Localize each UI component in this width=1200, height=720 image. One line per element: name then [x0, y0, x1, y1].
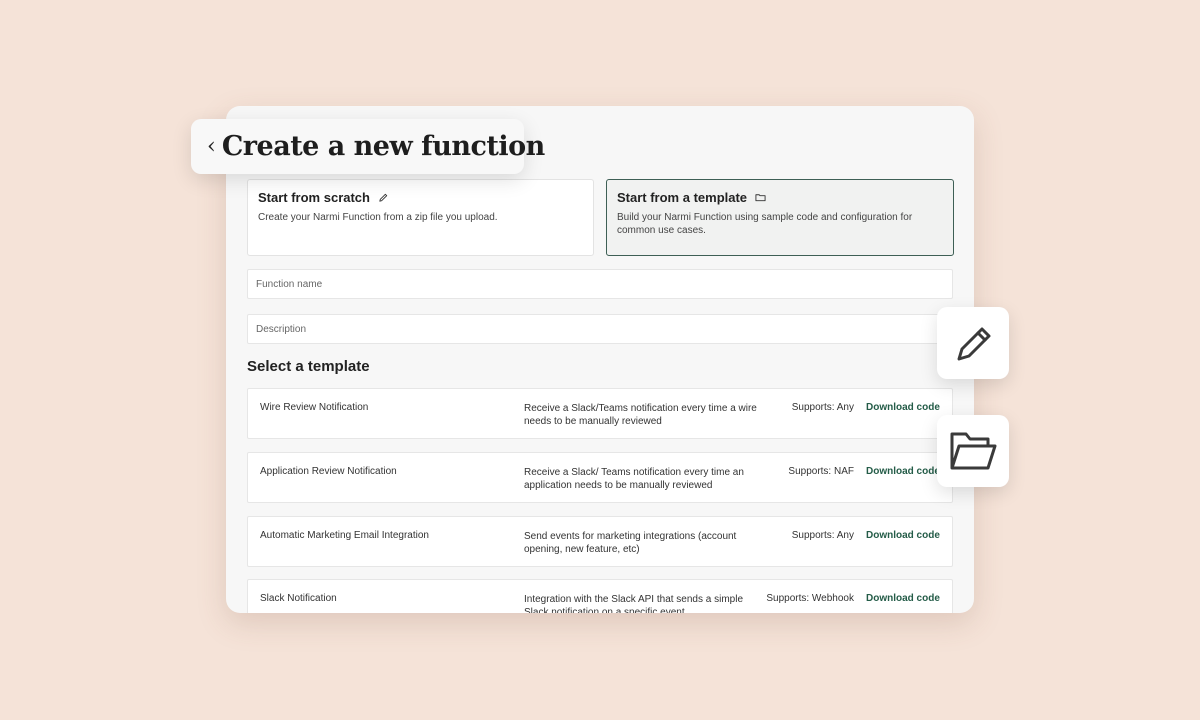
pencil-icon: [957, 327, 991, 361]
start-from-scratch-option[interactable]: Start from scratch Create your Narmi Fun…: [247, 179, 594, 256]
page-title-card: ‹ Create a new function: [191, 119, 545, 174]
select-template-heading: Select a template: [247, 358, 370, 375]
function-name-input[interactable]: [247, 269, 953, 299]
download-code-link[interactable]: Download code: [866, 530, 940, 541]
start-from-template-option[interactable]: Start from a template Build your Narmi F…: [606, 179, 954, 256]
page-title: Create a new function: [221, 131, 545, 162]
template-description: Receive a Slack/Teams notification every…: [524, 403, 757, 427]
floating-folder-button[interactable]: [937, 415, 1009, 487]
floating-pencil-button[interactable]: [937, 307, 1009, 379]
folder-icon: [755, 194, 766, 202]
template-row: Wire Review Notification Receive a Slack…: [247, 388, 953, 439]
option-title-scratch: Start from scratch: [258, 190, 370, 205]
template-supports: Supports: Any: [791, 530, 854, 541]
template-row: Automatic Marketing Email Integration Se…: [247, 516, 953, 567]
option-description-scratch: Create your Narmi Function from a zip fi…: [258, 212, 498, 223]
download-code-link[interactable]: Download code: [866, 593, 940, 604]
template-supports: Supports: Any: [791, 402, 854, 413]
template-description: Integration with the Slack API that send…: [524, 594, 744, 613]
back-chevron-icon[interactable]: ‹: [207, 134, 216, 159]
template-supports: Supports: NAF: [788, 466, 854, 477]
template-name: Automatic Marketing Email Integration: [260, 530, 429, 541]
template-name: Slack Notification: [260, 593, 337, 604]
folder-open-icon: [950, 432, 997, 470]
template-row: Application Review Notification Receive …: [247, 452, 953, 503]
pencil-icon: [379, 193, 388, 202]
template-description: Receive a Slack/ Teams notification ever…: [524, 467, 744, 491]
option-description-template: Build your Narmi Function using sample c…: [617, 212, 913, 236]
create-function-panel: Start from scratch Create your Narmi Fun…: [226, 106, 974, 613]
template-row: Slack Notification Integration with the …: [247, 579, 953, 613]
template-name: Wire Review Notification: [260, 402, 369, 413]
description-input[interactable]: [247, 314, 953, 344]
download-code-link[interactable]: Download code: [866, 466, 940, 477]
download-code-link[interactable]: Download code: [866, 402, 940, 413]
option-title-template: Start from a template: [617, 190, 748, 205]
template-supports: Supports: Webhook: [766, 593, 854, 604]
template-name: Application Review Notification: [260, 466, 397, 477]
template-description: Send events for marketing integrations (…: [524, 531, 737, 555]
